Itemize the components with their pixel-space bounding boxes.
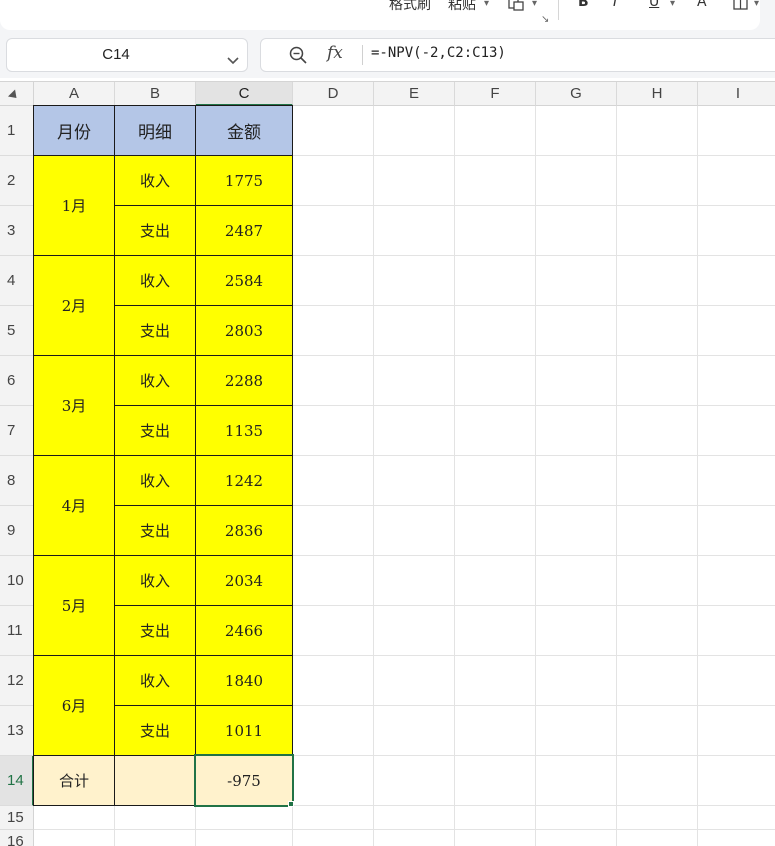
total-detail-cell[interactable] xyxy=(114,755,196,806)
month-cell[interactable]: 5月 xyxy=(33,555,115,656)
amount-cell[interactable]: 1840 xyxy=(195,655,293,706)
paste-special-icon[interactable] xyxy=(508,0,528,15)
row-header-4[interactable]: 4 xyxy=(0,256,34,306)
underline-button[interactable]: U xyxy=(649,0,659,10)
formula-separator xyxy=(362,45,363,65)
month-cell[interactable]: 1月 xyxy=(33,155,115,256)
insert-function-icon[interactable]: fx xyxy=(327,43,343,63)
detail-cell[interactable]: 支出 xyxy=(114,205,196,256)
ribbon-toolbar: 格式刷 粘贴 ▾ ▾ ↘ B I U ▾ A ▾ xyxy=(0,0,775,32)
row-header-12[interactable]: 12 xyxy=(0,656,34,706)
chevron-down-icon[interactable] xyxy=(227,50,239,69)
paste-options-dropdown-icon[interactable]: ▾ xyxy=(532,0,537,9)
detail-cell[interactable]: 收入 xyxy=(114,655,196,706)
detail-cell[interactable]: 支出 xyxy=(114,405,196,456)
amount-cell[interactable]: 2584 xyxy=(195,255,293,306)
amount-cell[interactable]: 1242 xyxy=(195,455,293,506)
dialog-launcher-icon[interactable]: ↘ xyxy=(541,14,549,25)
row-header-3[interactable]: 3 xyxy=(0,206,34,256)
detail-cell[interactable]: 支出 xyxy=(114,505,196,556)
month-cell[interactable]: 6月 xyxy=(33,655,115,756)
row-header-15[interactable]: 15 xyxy=(0,806,34,830)
name-box-value: C14 xyxy=(102,46,130,63)
gridline xyxy=(616,106,617,846)
amount-cell[interactable]: 2034 xyxy=(195,555,293,606)
amount-cell[interactable]: 1135 xyxy=(195,405,293,456)
spreadsheet-grid[interactable]: A B C D E F G H I 1 2 3 4 5 6 7 8 9 10 1… xyxy=(0,81,775,846)
row-header-11[interactable]: 11 xyxy=(0,606,34,656)
detail-cell[interactable]: 收入 xyxy=(114,155,196,206)
row-header-1[interactable]: 1 xyxy=(0,106,34,156)
formula-input[interactable]: fx =-NPV(-2,C2:C13) xyxy=(260,38,775,72)
gridline xyxy=(454,106,455,846)
amount-cell[interactable]: 2466 xyxy=(195,605,293,656)
month-cell[interactable]: 4月 xyxy=(33,455,115,556)
detail-cell[interactable]: 支出 xyxy=(114,705,196,756)
border-icon[interactable] xyxy=(733,0,749,15)
ribbon-panel xyxy=(0,0,760,30)
fill-handle[interactable] xyxy=(288,801,294,807)
bold-button[interactable]: B xyxy=(578,0,589,10)
column-header-i[interactable]: I xyxy=(698,82,775,106)
underline-dropdown-icon[interactable]: ▾ xyxy=(670,0,675,9)
row-header-2[interactable]: 2 xyxy=(0,156,34,206)
row-header-6[interactable]: 6 xyxy=(0,356,34,406)
amount-cell[interactable]: 2803 xyxy=(195,305,293,356)
table-header-month[interactable]: 月份 xyxy=(33,105,115,156)
amount-cell[interactable]: 2487 xyxy=(195,205,293,256)
row-header-14[interactable]: 14 xyxy=(0,756,34,806)
table-header-detail[interactable]: 明细 xyxy=(114,105,196,156)
amount-cell[interactable]: 1011 xyxy=(195,705,293,756)
zoom-search-icon[interactable] xyxy=(289,46,307,68)
detail-cell[interactable]: 收入 xyxy=(114,555,196,606)
gridline xyxy=(535,106,536,846)
format-painter-button[interactable]: 格式刷 xyxy=(389,0,431,14)
row-header-8[interactable]: 8 xyxy=(0,456,34,506)
detail-cell[interactable]: 支出 xyxy=(114,605,196,656)
paste-dropdown-icon[interactable]: ▾ xyxy=(484,0,489,9)
amount-cell[interactable]: 2288 xyxy=(195,355,293,406)
table-header-amount[interactable]: 金额 xyxy=(195,105,293,156)
row-header-9[interactable]: 9 xyxy=(0,506,34,556)
name-box[interactable]: C14 xyxy=(6,38,248,72)
month-cell[interactable]: 3月 xyxy=(33,355,115,456)
select-all-corner[interactable] xyxy=(0,82,34,106)
column-header-f[interactable]: F xyxy=(455,82,536,106)
column-header-g[interactable]: G xyxy=(536,82,617,106)
formula-bar-area: C14 fx =-NPV(-2,C2:C13) xyxy=(0,32,775,78)
border-dropdown-icon[interactable]: ▾ xyxy=(754,0,759,9)
gridline xyxy=(373,106,374,846)
row-header-16[interactable]: 16 xyxy=(0,830,34,846)
ribbon-divider xyxy=(558,0,559,20)
strikethrough-button[interactable]: A xyxy=(697,0,707,10)
row-header-13[interactable]: 13 xyxy=(0,706,34,756)
month-cell[interactable]: 2月 xyxy=(33,255,115,356)
column-header-e[interactable]: E xyxy=(374,82,455,106)
amount-cell[interactable]: 2836 xyxy=(195,505,293,556)
row-header-10[interactable]: 10 xyxy=(0,556,34,606)
italic-button[interactable]: I xyxy=(613,0,617,10)
total-amount-cell-selected[interactable]: -975 xyxy=(194,754,294,807)
detail-cell[interactable]: 支出 xyxy=(114,305,196,356)
amount-cell[interactable]: 1775 xyxy=(195,155,293,206)
column-header-b[interactable]: B xyxy=(115,82,196,106)
detail-cell[interactable]: 收入 xyxy=(114,355,196,406)
row-header-5[interactable]: 5 xyxy=(0,306,34,356)
detail-cell[interactable]: 收入 xyxy=(114,455,196,506)
column-header-c[interactable]: C xyxy=(196,82,293,106)
column-header-a[interactable]: A xyxy=(34,82,115,106)
row-header-7[interactable]: 7 xyxy=(0,406,34,456)
detail-cell[interactable]: 收入 xyxy=(114,255,196,306)
formula-text[interactable]: =-NPV(-2,C2:C13) xyxy=(371,45,506,61)
select-all-icon xyxy=(7,89,21,102)
gridline xyxy=(697,106,698,846)
column-header-h[interactable]: H xyxy=(617,82,698,106)
column-header-d[interactable]: D xyxy=(293,82,374,106)
paste-button[interactable]: 粘贴 xyxy=(448,0,476,14)
gridline xyxy=(34,829,775,830)
total-label-cell[interactable]: 合计 xyxy=(33,755,115,806)
